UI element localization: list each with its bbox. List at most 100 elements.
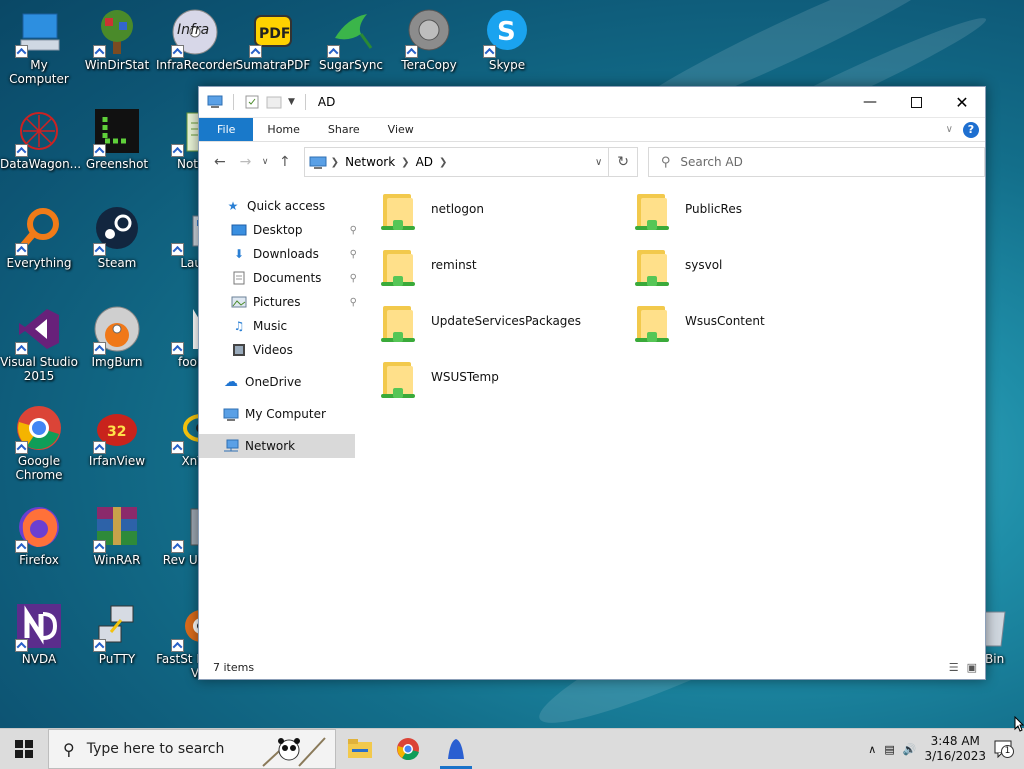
desktop-icon-greenshot[interactable]: Greenshot bbox=[78, 99, 156, 171]
nav-item-music[interactable]: ♫ Music bbox=[199, 314, 359, 338]
folder-item-netlogon[interactable]: netlogon bbox=[379, 190, 484, 234]
shared-folder-icon bbox=[379, 358, 417, 402]
desktop-icon-firefox[interactable]: Firefox bbox=[0, 495, 78, 567]
nav-item-label: Quick access bbox=[247, 199, 326, 213]
nav-item-my-computer[interactable]: My Computer bbox=[199, 402, 359, 426]
shared-folder-icon bbox=[633, 246, 671, 290]
notification-center-button[interactable]: 1 bbox=[994, 740, 1014, 759]
nav-item-network[interactable]: Network bbox=[199, 434, 355, 458]
desktop-icon-teracopy[interactable]: TeraCopy bbox=[390, 0, 468, 72]
desktop-icon-irfanview[interactable]: 32 IrfanView bbox=[78, 396, 156, 468]
taskbar-search[interactable]: ⚲ Type here to search bbox=[48, 729, 336, 769]
folder-item-publicres[interactable]: PublicRes bbox=[633, 190, 742, 234]
desktop-icon-nvda[interactable]: NVDA bbox=[0, 594, 78, 666]
close-button[interactable]: ✕ bbox=[939, 87, 985, 117]
nav-item-quick-access[interactable]: ★ Quick access bbox=[199, 194, 359, 218]
forward-button[interactable]: → bbox=[233, 154, 259, 170]
nav-item-pictures[interactable]: Pictures ⚲ bbox=[199, 290, 359, 314]
chevron-right-icon[interactable]: ❯ bbox=[439, 157, 447, 168]
desktop-icon-skype[interactable]: S Skype bbox=[468, 0, 546, 72]
details-view-icon[interactable]: ☰ bbox=[949, 661, 959, 674]
desktop-icon-google-chrome[interactable]: Google Chrome bbox=[0, 396, 78, 482]
desktop-icon-my-computer[interactable]: My Computer bbox=[0, 0, 78, 86]
chevron-right-icon[interactable]: ❯ bbox=[331, 157, 339, 168]
new-folder-icon[interactable] bbox=[266, 95, 282, 109]
nav-item-documents[interactable]: Documents ⚲ bbox=[199, 266, 359, 290]
tab-file[interactable]: File bbox=[199, 118, 254, 141]
folder-name: netlogon bbox=[431, 202, 484, 216]
windirstat-icon bbox=[93, 8, 141, 58]
desktop-icon-label: Steam bbox=[97, 256, 137, 270]
breadcrumb-ad[interactable]: AD bbox=[416, 155, 433, 169]
desktop-icon-label: PuTTY bbox=[98, 652, 136, 666]
desktop-icon-visual-studio[interactable]: Visual Studio 2015 bbox=[0, 297, 78, 383]
system-tray: ∧ ▤ 🔊 3:48 AM 3/16/2023 1 bbox=[868, 734, 1024, 764]
show-hidden-icons-button[interactable]: ∧ bbox=[868, 743, 876, 756]
folder-item-updateservicespackages[interactable]: UpdateServicesPackages bbox=[379, 302, 581, 346]
chevron-down-icon[interactable]: ▼ bbox=[288, 97, 295, 107]
skype-icon: S bbox=[483, 8, 531, 58]
search-placeholder: Search AD bbox=[680, 155, 743, 169]
help-icon[interactable]: ? bbox=[963, 121, 979, 138]
desktop-icon-winrar[interactable]: WinRAR bbox=[78, 495, 156, 567]
tab-share[interactable]: Share bbox=[314, 118, 374, 141]
pin-icon[interactable]: ⚲ bbox=[350, 225, 357, 236]
start-button[interactable] bbox=[0, 729, 48, 769]
volume-icon[interactable]: 🔊 bbox=[903, 743, 917, 756]
desktop-icon-infrarecorder[interactable]: Infra InfraRecorder bbox=[156, 0, 237, 72]
folder-item-reminst[interactable]: reminst bbox=[379, 246, 477, 290]
desktop-icon-datawagon[interactable]: DataWagon... bbox=[0, 99, 81, 171]
back-button[interactable]: ← bbox=[207, 154, 233, 170]
tab-view[interactable]: View bbox=[374, 118, 428, 141]
up-button[interactable]: ↑ bbox=[272, 154, 298, 170]
picture-icon bbox=[231, 295, 247, 309]
taskbar-app-active[interactable] bbox=[432, 729, 480, 769]
pin-icon[interactable]: ⚲ bbox=[350, 297, 357, 308]
folder-name: sysvol bbox=[685, 258, 723, 272]
desktop-icon-imgburn[interactable]: ImgBurn bbox=[78, 297, 156, 369]
address-dropdown-icon[interactable]: ∨ bbox=[595, 157, 602, 168]
nav-item-downloads[interactable]: ⬇ Downloads ⚲ bbox=[199, 242, 359, 266]
taskbar-app-file-explorer[interactable] bbox=[336, 729, 384, 769]
pin-icon[interactable]: ⚲ bbox=[350, 273, 357, 284]
document-icon bbox=[231, 271, 247, 285]
nav-item-desktop[interactable]: Desktop ⚲ bbox=[199, 218, 359, 242]
network-tray-icon[interactable]: ▤ bbox=[884, 743, 894, 756]
folder-item-wsustemp[interactable]: WSUSTemp bbox=[379, 358, 499, 402]
tab-home[interactable]: Home bbox=[253, 118, 313, 141]
search-icon: ⚲ bbox=[660, 154, 671, 170]
search-box[interactable]: ⚲ Search AD bbox=[647, 147, 985, 177]
desktop-icon-steam[interactable]: Steam bbox=[78, 198, 156, 270]
winrar-icon bbox=[93, 503, 141, 553]
desktop-icon-sugarsync[interactable]: SugarSync bbox=[312, 0, 390, 72]
pin-icon[interactable]: ⚲ bbox=[350, 249, 357, 260]
properties-icon[interactable] bbox=[244, 95, 260, 109]
desktop-icon-everything[interactable]: Everything bbox=[0, 198, 78, 270]
recent-locations-button[interactable]: ∨ bbox=[258, 157, 272, 167]
taskbar-app-chrome[interactable] bbox=[384, 729, 432, 769]
maximize-icon bbox=[910, 96, 922, 108]
folder-item-sysvol[interactable]: sysvol bbox=[633, 246, 722, 290]
nav-item-onedrive[interactable]: ☁ OneDrive bbox=[199, 370, 359, 394]
desktop-icon-label: SumatraPDF bbox=[235, 58, 311, 72]
chevron-right-icon[interactable]: ❯ bbox=[401, 157, 409, 168]
desktop-icon-putty[interactable]: PuTTY bbox=[78, 594, 156, 666]
desktop-icon-sumatrapdf[interactable]: PDF SumatraPDF bbox=[234, 0, 312, 72]
breadcrumb-network[interactable]: Network bbox=[345, 155, 395, 169]
teracopy-icon bbox=[405, 8, 453, 58]
magnifier-icon bbox=[15, 206, 63, 256]
minimize-button[interactable]: — bbox=[847, 87, 893, 117]
status-bar: 7 items ☰ ▣ bbox=[199, 655, 985, 679]
folder-item-wsuscontent[interactable]: WsusContent bbox=[633, 302, 765, 346]
refresh-button[interactable]: ↻ bbox=[609, 147, 638, 177]
maximize-button[interactable] bbox=[893, 87, 939, 117]
refresh-icon: ↻ bbox=[617, 154, 629, 170]
large-icons-view-icon[interactable]: ▣ bbox=[967, 661, 977, 674]
nav-item-videos[interactable]: Videos bbox=[199, 338, 359, 362]
clock[interactable]: 3:48 AM 3/16/2023 bbox=[924, 734, 986, 764]
desktop-icon-windirstat[interactable]: WinDirStat bbox=[78, 0, 156, 72]
expand-ribbon-icon[interactable]: ∨ bbox=[946, 124, 953, 135]
address-bar[interactable]: ❯ Network ❯ AD ❯ ∨ bbox=[303, 147, 610, 177]
folder-name: reminst bbox=[431, 258, 477, 272]
desktop-icon-label: IrfanView bbox=[88, 454, 146, 468]
